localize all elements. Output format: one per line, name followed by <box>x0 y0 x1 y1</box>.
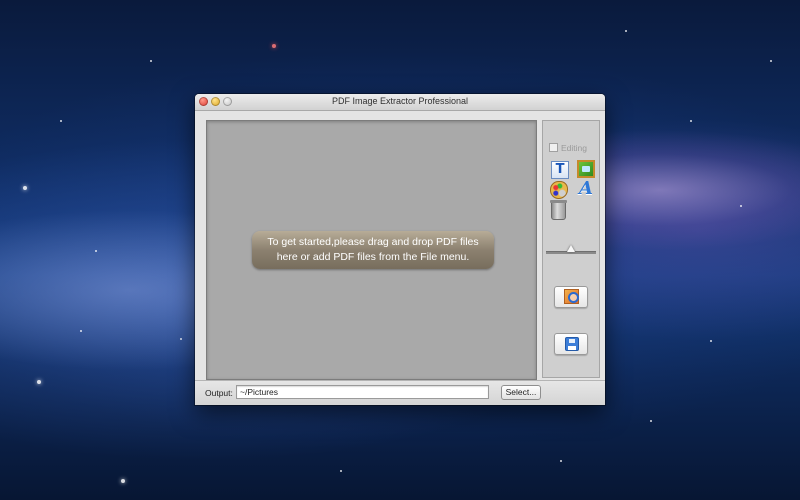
editing-label: Editing <box>561 143 587 153</box>
image-tool-icon[interactable] <box>577 160 595 178</box>
hint-line-1: To get started,please drag and drop PDF … <box>267 236 479 248</box>
preview-button[interactable] <box>554 286 588 308</box>
slider-thumb[interactable] <box>567 245 575 252</box>
title-bar[interactable]: PDF Image Extractor Professional <box>195 94 605 111</box>
output-bar: Output: Select... <box>195 380 605 405</box>
text-tool-icon[interactable]: T <box>551 161 569 179</box>
checkbox-icon[interactable] <box>549 143 558 152</box>
floppy-disk-icon <box>565 337 579 351</box>
window-title: PDF Image Extractor Professional <box>331 96 469 106</box>
font-tool-icon[interactable]: A <box>577 180 595 198</box>
getting-started-hint: To get started,please drag and drop PDF … <box>252 231 494 269</box>
select-button[interactable]: Select... <box>501 385 541 400</box>
save-button[interactable] <box>554 333 588 355</box>
pdf-drop-area[interactable]: To get started,please drag and drop PDF … <box>206 120 537 380</box>
trash-icon[interactable] <box>550 200 567 220</box>
editing-checkbox[interactable]: Editing <box>549 143 587 153</box>
preview-icon <box>564 289 579 304</box>
hint-line-2: here or add PDF files from the File menu… <box>276 251 470 263</box>
tool-panel: Editing T A <box>542 120 600 378</box>
output-path-input[interactable] <box>236 385 489 399</box>
palette-tool-icon[interactable] <box>550 181 568 199</box>
output-label: Output: <box>205 388 233 398</box>
app-window: PDF Image Extractor Professional To get … <box>195 94 605 405</box>
